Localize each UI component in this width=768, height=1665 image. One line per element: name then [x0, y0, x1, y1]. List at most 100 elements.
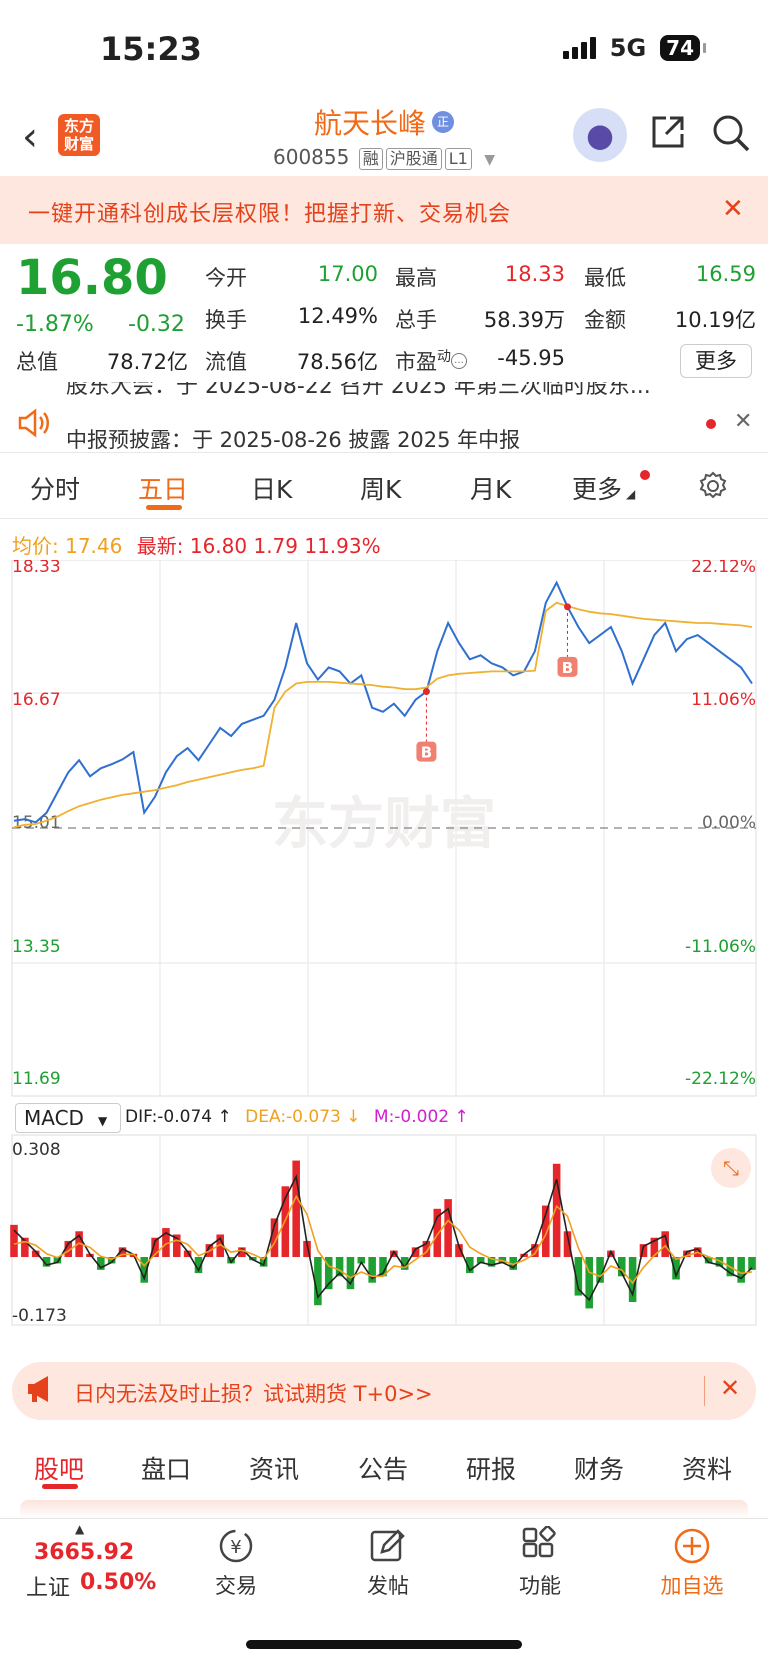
y-tick-label: 11.69 — [12, 1069, 61, 1089]
info-icon[interactable]: … — [451, 353, 467, 369]
stat-label-turnover: 换手 — [205, 308, 247, 332]
speaker-icon — [18, 408, 49, 438]
trade-icon[interactable]: ¥ — [216, 1526, 256, 1566]
active-tab-indicator — [146, 505, 182, 510]
functions-button[interactable]: 功能 — [480, 1570, 600, 1600]
y-pct-tick-label: 11.06% — [691, 690, 756, 710]
assistant-avatar[interactable] — [573, 108, 627, 162]
five-day-chart[interactable]: 东方财富18.3316.6715.0113.3511.6922.12%11.06… — [0, 560, 768, 1330]
tab-intraday[interactable]: 分时 — [30, 470, 80, 506]
trade-button[interactable]: 交易 — [176, 1570, 296, 1600]
previous-notice: 股东大会：于 2025-08-22 召开 2025 年第三次临时股东... — [66, 382, 651, 399]
notice-text[interactable]: 中报预披露：于 2025-08-26 披露 2025 年中报 — [66, 424, 520, 454]
stat-value-high: 18.33 — [504, 262, 565, 286]
divider — [0, 518, 768, 519]
index-value[interactable]: 3665.92 — [34, 1540, 134, 1565]
macd-selector[interactable]: MACD ▼ — [15, 1103, 121, 1133]
stat-label-high: 最高 — [395, 266, 437, 290]
grid-icon[interactable] — [520, 1526, 560, 1566]
buy-marker-label: B — [562, 659, 573, 677]
y-pct-tick-label: 22.12% — [691, 560, 756, 577]
stat-value-turnover: 12.49% — [297, 304, 378, 328]
y-tick-label: 18.33 — [12, 560, 61, 577]
stat-label-amount: 金额 — [584, 308, 626, 332]
macd-frame — [11, 1134, 757, 1326]
tab-five-day[interactable]: 五日 — [138, 470, 188, 506]
gear-icon[interactable] — [697, 470, 729, 502]
tab-profile[interactable]: 资料 — [682, 1450, 732, 1486]
tab-daily-k[interactable]: 日K — [251, 470, 292, 506]
y-tick-label: 13.35 — [12, 937, 61, 957]
price-summary: 均价: 17.46 最新: 16.80 1.79 11.93% — [12, 534, 381, 558]
buy-marker-label: B — [421, 744, 432, 762]
tab-research[interactable]: 研报 — [466, 1450, 516, 1486]
svg-text:¥: ¥ — [230, 1537, 241, 1558]
stock-code: 600855 — [273, 145, 350, 169]
unread-dot — [640, 470, 650, 480]
add-watchlist-button[interactable]: 加自选 — [632, 1570, 752, 1600]
network-type: 5G — [609, 34, 647, 62]
stat-label-volume: 总手 — [395, 308, 437, 332]
status-indicators: 5G 74 — [562, 34, 706, 62]
chevron-down-icon[interactable]: ▼ — [484, 152, 495, 168]
tab-weekly-k[interactable]: 周K — [360, 470, 401, 506]
close-icon[interactable]: ✕ — [734, 409, 752, 434]
tag-margin: 融 — [358, 148, 383, 170]
stat-label-market-cap: 总值 — [16, 350, 58, 374]
home-indicator[interactable] — [246, 1640, 522, 1649]
stat-label-float-cap: 流值 — [205, 350, 247, 374]
stat-label-low: 最低 — [584, 266, 626, 290]
caret-icon: ◢ — [626, 487, 636, 501]
banner-text[interactable]: 一键开通科创成长层权限！把握打新、交易机会 — [28, 196, 511, 228]
stock-name: 航天长峰 — [313, 107, 426, 140]
status-time: 15:23 — [100, 30, 202, 68]
macd-bar — [552, 1163, 561, 1257]
stat-label-open: 今开 — [205, 266, 247, 290]
stat-value-open: 17.00 — [317, 262, 378, 286]
more-stats-button[interactable]: 更多 — [680, 344, 752, 378]
search-icon[interactable] — [712, 114, 750, 152]
macd-dif: DIF:-0.074 ↑ — [125, 1107, 232, 1127]
tab-order-book[interactable]: 盘口 — [141, 1450, 191, 1486]
post-button[interactable]: 发帖 — [328, 1570, 448, 1600]
y-pct-tick-label: -11.06% — [685, 937, 756, 957]
tab-finance[interactable]: 财务 — [574, 1450, 624, 1486]
caret-up-icon: ▲ — [75, 1522, 85, 1536]
latest-pct: 11.93% — [304, 534, 381, 558]
divider — [704, 1376, 705, 1406]
change-amount: -0.32 — [128, 312, 185, 337]
stat-value-volume: 58.39万 — [483, 308, 565, 332]
post-icon[interactable] — [368, 1526, 408, 1566]
tab-forum[interactable]: 股吧 — [34, 1450, 84, 1486]
pe-type: 动 — [437, 349, 451, 365]
tab-announcements[interactable]: 公告 — [358, 1450, 408, 1486]
stat-value-float-cap: 78.56亿 — [296, 350, 378, 374]
tab-more[interactable]: 更多 ◢ — [572, 470, 635, 506]
index-percent[interactable]: 0.50% — [80, 1570, 156, 1595]
battery-icon: 74 — [660, 35, 706, 61]
tab-monthly-k[interactable]: 月K — [470, 470, 511, 506]
index-name[interactable]: 上证 — [26, 1570, 70, 1602]
close-icon[interactable]: ✕ — [720, 1374, 740, 1402]
tag-connect: 沪股通 — [385, 148, 442, 170]
caret-down-icon: ▼ — [97, 1114, 108, 1128]
tab-news[interactable]: 资讯 — [249, 1450, 299, 1486]
macd-m: M:-0.002 ↑ — [373, 1107, 469, 1127]
macd-dea: DEA:-0.073 ↓ — [245, 1107, 361, 1127]
stat-label-pe-ratio: 市盈动… — [395, 346, 467, 376]
latest-price: 16.80 — [189, 534, 248, 558]
expand-icon[interactable]: ⤡ — [711, 1148, 751, 1188]
tag-level: L1 — [444, 148, 472, 170]
add-watch-icon[interactable] — [672, 1526, 712, 1566]
signal-icon — [562, 37, 596, 59]
stat-value-market-cap: 78.72亿 — [106, 350, 188, 374]
watermark: 东方财富 — [272, 792, 496, 857]
macd-dif-line — [13, 1174, 753, 1302]
divider — [0, 452, 768, 453]
y-tick-label: 16.67 — [12, 690, 61, 710]
promo-text[interactable]: 日内无法及时止损？试试期货 T+0>> — [74, 1378, 433, 1408]
close-icon[interactable]: ✕ — [722, 194, 744, 224]
share-icon[interactable] — [650, 114, 686, 150]
avg-price: 17.46 — [65, 534, 123, 558]
macd-values: DIF:-0.074 ↑ DEA:-0.073 ↓ M:-0.002 ↑ — [125, 1107, 469, 1127]
